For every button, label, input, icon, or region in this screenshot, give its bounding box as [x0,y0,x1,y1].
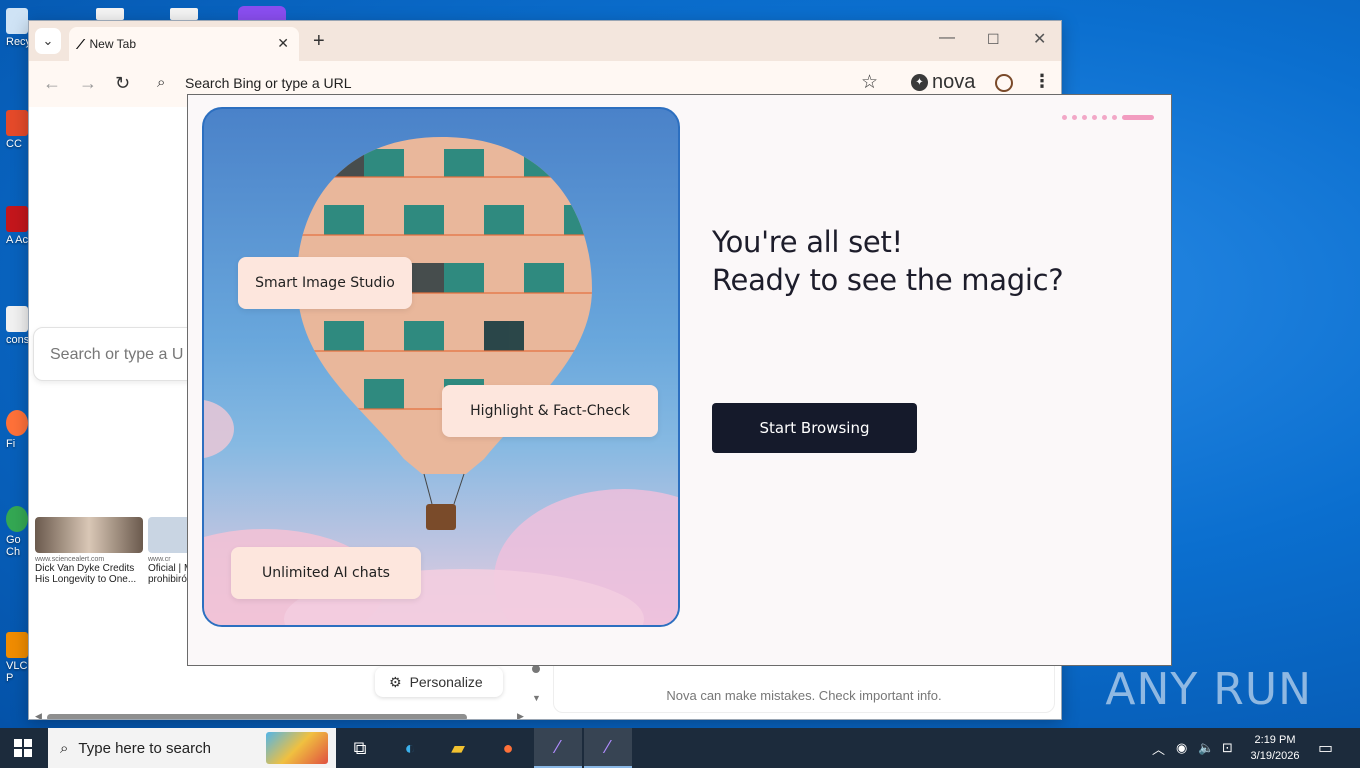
minimize-icon[interactable]: — [939,29,955,47]
nova-taskbar-icon-2[interactable]: ⁄ [584,728,632,768]
vlc-icon [6,632,28,658]
start-browsing-button[interactable]: Start Browsing [712,403,917,453]
feature-chip-image-studio: Smart Image Studio [238,257,412,309]
profile-icon[interactable] [995,74,1013,92]
ntp-search-placeholder: Search or type a U [50,346,184,363]
scroll-down-arrow-icon[interactable]: ▼ [532,693,541,703]
favorite-star-icon[interactable]: ☆ [861,71,878,94]
edge-icon[interactable]: ◐ [386,728,434,768]
file-icon [6,306,28,332]
personalize-button[interactable]: ⚙ Personalize [375,667,503,697]
hero-image: Smart Image Studio Highlight & Fact-Chec… [202,107,680,627]
network-icon[interactable]: ⊡ [1222,728,1233,768]
file-icon[interactable] [96,8,124,20]
task-view-icon[interactable]: ⧉ [336,728,384,768]
feature-chip-fact-check: Highlight & Fact-Check [442,385,658,437]
nova-taskbar-icon[interactable]: ⁄ [534,728,582,768]
news-title: Dick Van Dyke Credits His Longevity to O… [35,563,137,585]
news-card[interactable]: www.sciencealert.com Dick Van Dyke Credi… [35,517,143,585]
scrollbar-handle[interactable] [532,665,540,673]
tab-new-tab[interactable]: ⁄ New Tab ✕ [69,27,299,61]
nova-icon: ✦ [911,74,928,91]
close-tab-icon[interactable]: ✕ [277,35,289,52]
maximize-icon[interactable]: ☐ [987,31,1000,48]
nova-app-icon[interactable] [238,6,286,20]
horizontal-scrollbar[interactable]: ◀ ▶ [35,711,525,719]
clock-date: 3/19/2026 [1250,750,1300,762]
refresh-icon[interactable]: ↻ [115,73,130,94]
title-bar: ⌄ ⁄ New Tab ✕ + — ☐ ✕ [29,21,1061,61]
nova-logo-icon: ⁄ [79,35,82,53]
search-icon: ⌕ [60,739,69,757]
clock-time: 2:19 PM [1254,734,1296,746]
taskbar-search[interactable]: ⌕ Type here to search [48,728,336,768]
feature-chip-ai-chats: Unlimited AI chats [231,547,421,599]
tab-title: New Tab [89,37,136,51]
step-progress-indicator [1062,115,1154,120]
scroll-right-arrow-icon[interactable]: ▶ [517,711,524,719]
recycle-bin-icon [6,8,28,34]
meet-now-icon[interactable]: ◉ [1176,728,1187,768]
nova-brand-label: nova [932,71,976,93]
app-icon [6,110,28,136]
scrollbar-thumb[interactable] [47,714,467,719]
firefox-icon[interactable]: ● [484,728,532,768]
chevron-down-icon: ⌄ [42,33,54,48]
volume-icon[interactable]: 🔈 [1198,728,1214,768]
watermark-text: ANY RUN [1105,663,1312,715]
current-step-bar [1122,115,1154,120]
acrobat-icon [6,206,28,232]
firefox-icon [6,410,28,436]
tab-list-button[interactable]: ⌄ [35,28,61,54]
personalize-label: Personalize [409,674,483,690]
search-highlight-image [266,732,328,764]
chrome-icon [6,506,28,532]
scroll-left-arrow-icon[interactable]: ◀ [35,711,42,719]
show-hidden-icons-icon[interactable]: ︿ [1152,728,1165,768]
balloon-basket [426,504,456,530]
windows-start-icon[interactable] [14,739,32,757]
personalize-icon: ⚙ [389,673,402,690]
forward-icon[interactable]: → [79,73,97,94]
onboarding-headline: You're all set! Ready to see the magic? [712,223,1132,299]
close-window-icon[interactable]: ✕ [1033,29,1046,49]
menu-icon[interactable]: ⋮ [1033,71,1051,92]
file-icon[interactable] [170,8,198,20]
headline-line-2: Ready to see the magic? [712,263,1064,297]
nova-brand-button[interactable]: ✦ nova [911,71,975,94]
notifications-icon[interactable]: ▭ [1318,728,1333,768]
watermark: ANY RUN [1105,660,1312,718]
onboarding-dialog: Smart Image Studio Highlight & Fact-Chec… [187,94,1172,666]
back-icon[interactable]: ← [43,73,61,94]
file-explorer-icon[interactable]: ▰ [434,728,482,768]
new-tab-button[interactable]: + [313,30,325,53]
disclaimer-text: Nova can make mistakes. Check important … [666,688,942,703]
news-source: www.sciencealert.com [35,556,105,563]
taskbar: ⌕ Type here to search ⧉ ◐ ▰ ● ⁄ ⁄ ︿ ◉ 🔈 … [0,728,1360,768]
address-bar[interactable]: Search Bing or type a URL [185,75,352,91]
taskbar-search-placeholder: Type here to search [78,739,211,757]
headline-line-1: You're all set! [712,225,903,259]
system-clock[interactable]: 2:19 PM 3/19/2026 [1240,732,1310,764]
news-thumbnail [35,517,143,553]
search-icon: ⌕ [157,74,166,91]
